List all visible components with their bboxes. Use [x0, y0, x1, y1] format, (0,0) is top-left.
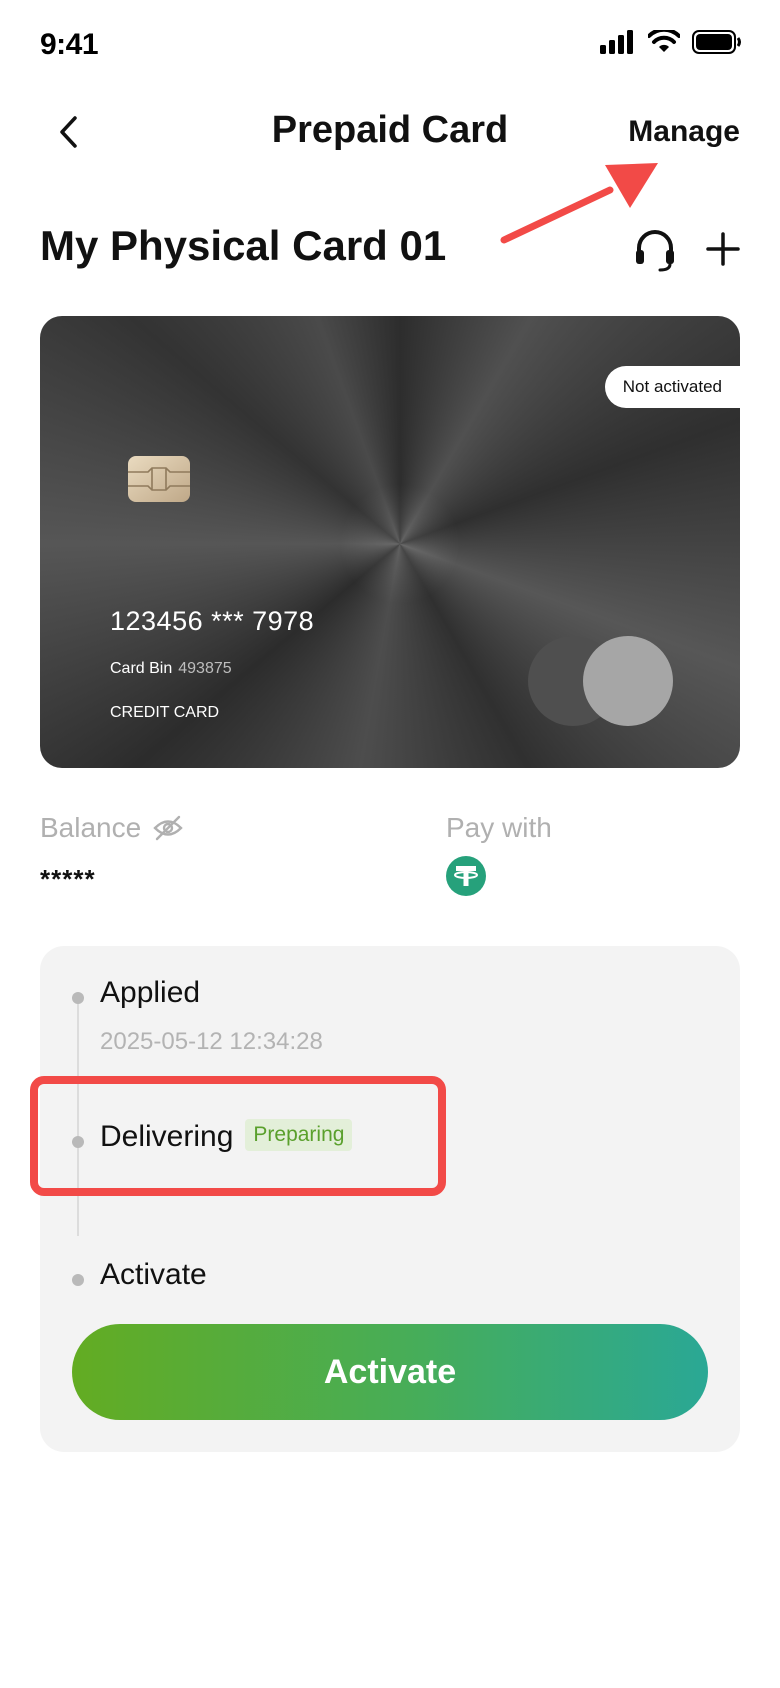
cellular-signal-icon — [600, 30, 633, 54]
manage-button[interactable]: Manage — [628, 115, 740, 149]
card-type: CREDIT CARD — [110, 704, 220, 721]
status-time: 9:41 — [40, 28, 99, 61]
card-number: 123456 *** 7978 — [110, 606, 315, 636]
step-title-applied: Applied — [100, 976, 201, 1009]
activate-button[interactable]: Activate — [72, 1324, 708, 1420]
chip-icon — [128, 456, 190, 502]
status-bar: 9:41 — [0, 0, 780, 90]
step-title-activate: Activate — [100, 1258, 207, 1291]
progress-panel: Applied 2025-05-12 12:34:28 Delivering Pr… — [40, 946, 740, 1452]
annotation-highlight-box — [30, 1076, 446, 1196]
headset-icon — [636, 230, 674, 272]
plus-icon — [706, 232, 740, 266]
tether-usdt-icon — [446, 856, 486, 896]
status-icons — [600, 30, 742, 54]
card-header: My Physical Card 01 — [40, 220, 740, 280]
wifi-icon — [648, 30, 680, 52]
card-bin-value: 493875 — [178, 660, 232, 677]
pay-with-section: Pay with — [446, 812, 552, 901]
card-status-badge: Not activated — [604, 366, 740, 408]
balance-label-row: Balance — [40, 812, 183, 844]
balance-label: Balance — [40, 812, 142, 843]
support-button[interactable] — [630, 224, 680, 274]
card-bin: Card Bin 493875 — [110, 660, 232, 678]
logo-circle-right — [583, 636, 673, 726]
card-network-logo — [528, 636, 673, 726]
step-dot-activate — [72, 1274, 84, 1286]
balance-value: ***** — [40, 864, 96, 894]
battery-icon — [692, 30, 741, 54]
add-card-button[interactable] — [698, 224, 748, 274]
eye-off-icon[interactable] — [153, 815, 183, 841]
card-name: My Physical Card 01 — [40, 222, 447, 269]
step-date-applied: 2025-05-12 12:34:28 — [100, 1028, 323, 1055]
bank-card[interactable]: Not activated 123456 *** 7978 Card Bin 49… — [40, 316, 740, 768]
balance-section: Balance ***** — [40, 812, 183, 895]
step-dot-applied — [72, 992, 84, 1004]
pay-with-label: Pay with — [446, 812, 552, 843]
card-bin-label: Card Bin — [110, 660, 173, 677]
